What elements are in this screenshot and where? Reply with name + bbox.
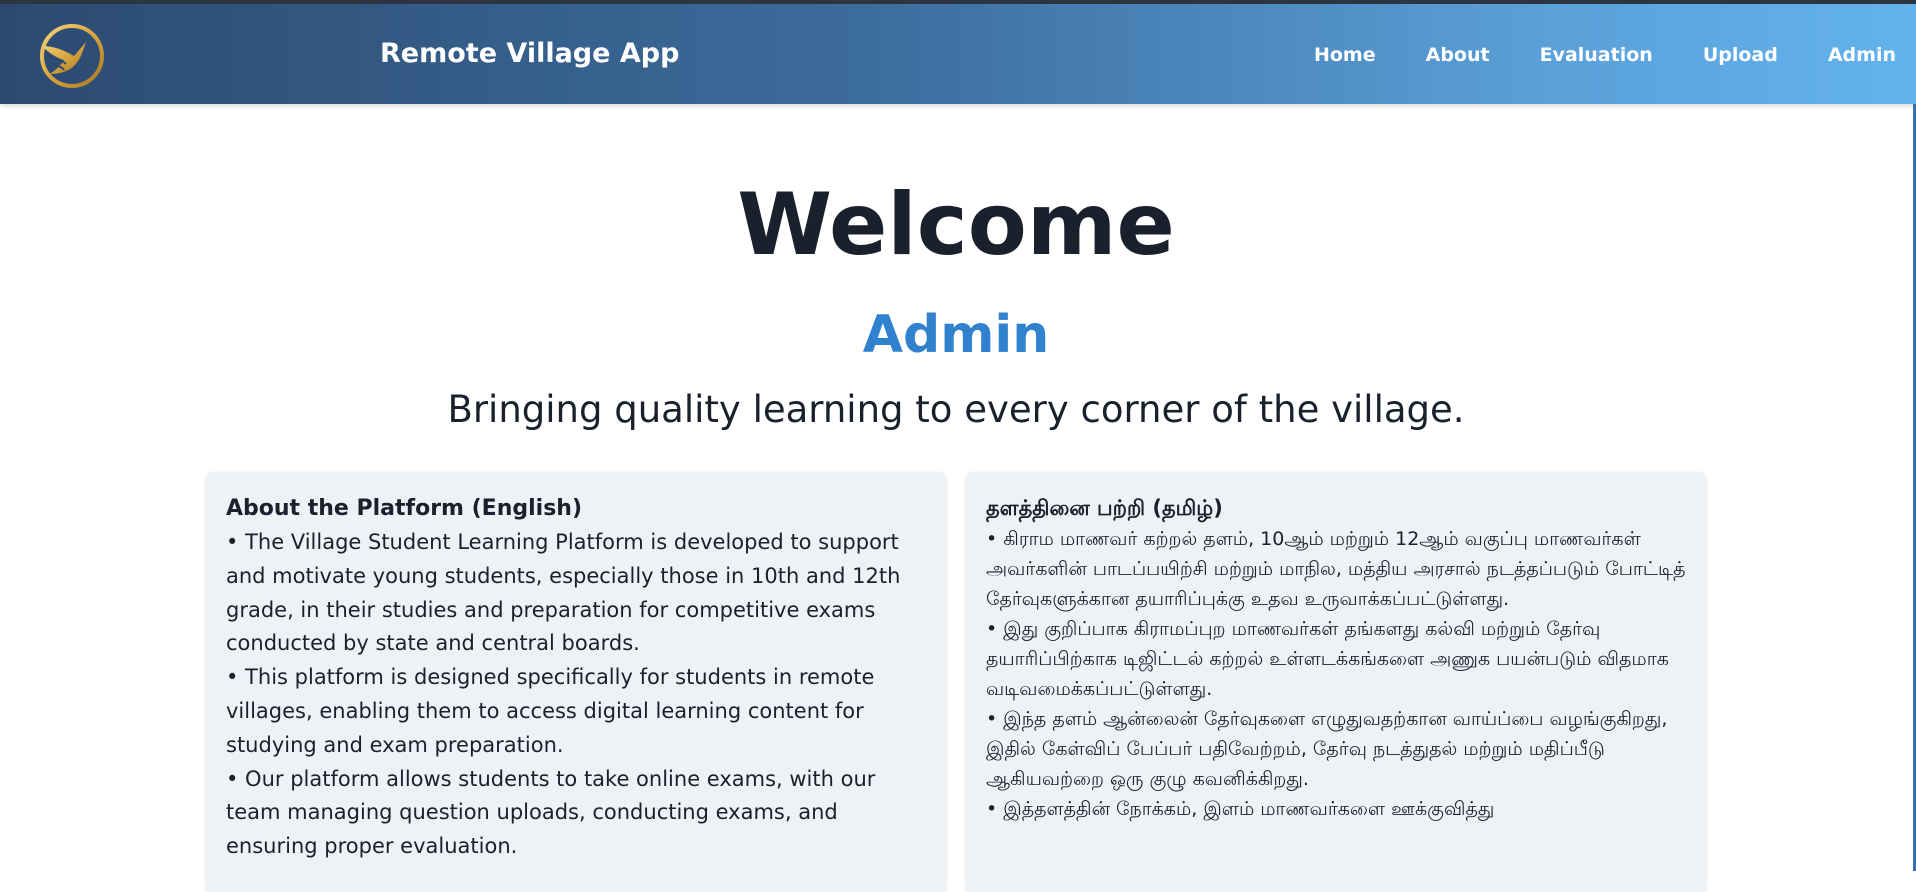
nav-about-link[interactable]: About	[1426, 44, 1490, 66]
golden-bird-logo-icon[interactable]	[34, 20, 106, 92]
welcome-heading: Welcome	[737, 175, 1175, 275]
nav-home-link[interactable]: Home	[1314, 44, 1376, 66]
about-english-paragraph: • The Village Student Learning Platform …	[226, 530, 901, 656]
tagline: Bringing quality learning to every corne…	[447, 388, 1465, 431]
about-english-title: About the Platform (English)	[226, 496, 583, 521]
about-tamil-paragraph: • இது குறிப்பாக கிராமப்புற மாணவர்கள் தங்…	[986, 618, 1669, 700]
about-tamil-paragraph: • இந்த தளம் ஆன்லைன் தேர்வுகளை எழுதுவதற்க…	[986, 708, 1668, 790]
about-tamil-card: தளத்தினை பற்றி (தமிழ்) • கிராம மாணவர் கற…	[966, 472, 1706, 892]
nav-upload-link[interactable]: Upload	[1703, 44, 1778, 66]
nav-links: Home About Evaluation Upload Admin	[1264, 44, 1896, 66]
about-english-paragraph: • This platform is designed specifically…	[226, 665, 875, 757]
about-tamil-paragraph: • கிராம மாணவர் கற்றல் தளம், 10ஆம் மற்றும…	[986, 528, 1686, 610]
user-name-heading: Admin	[862, 305, 1050, 365]
about-tamil-title: தளத்தினை பற்றி (தமிழ்)	[986, 496, 1223, 520]
navbar: Remote Village App Home About Evaluation…	[0, 4, 1916, 104]
nav-admin-link[interactable]: Admin	[1828, 44, 1896, 66]
nav-evaluation-link[interactable]: Evaluation	[1540, 44, 1653, 66]
about-english-paragraph: • Our platform allows students to take o…	[226, 766, 876, 859]
about-tamil-paragraph: • இத்தளத்தின் நோக்கம், இளம் மாணவர்களை ஊக…	[986, 798, 1495, 820]
app-title[interactable]: Remote Village App	[380, 38, 679, 69]
about-english-card: About the Platform (English) • The Villa…	[206, 472, 946, 892]
